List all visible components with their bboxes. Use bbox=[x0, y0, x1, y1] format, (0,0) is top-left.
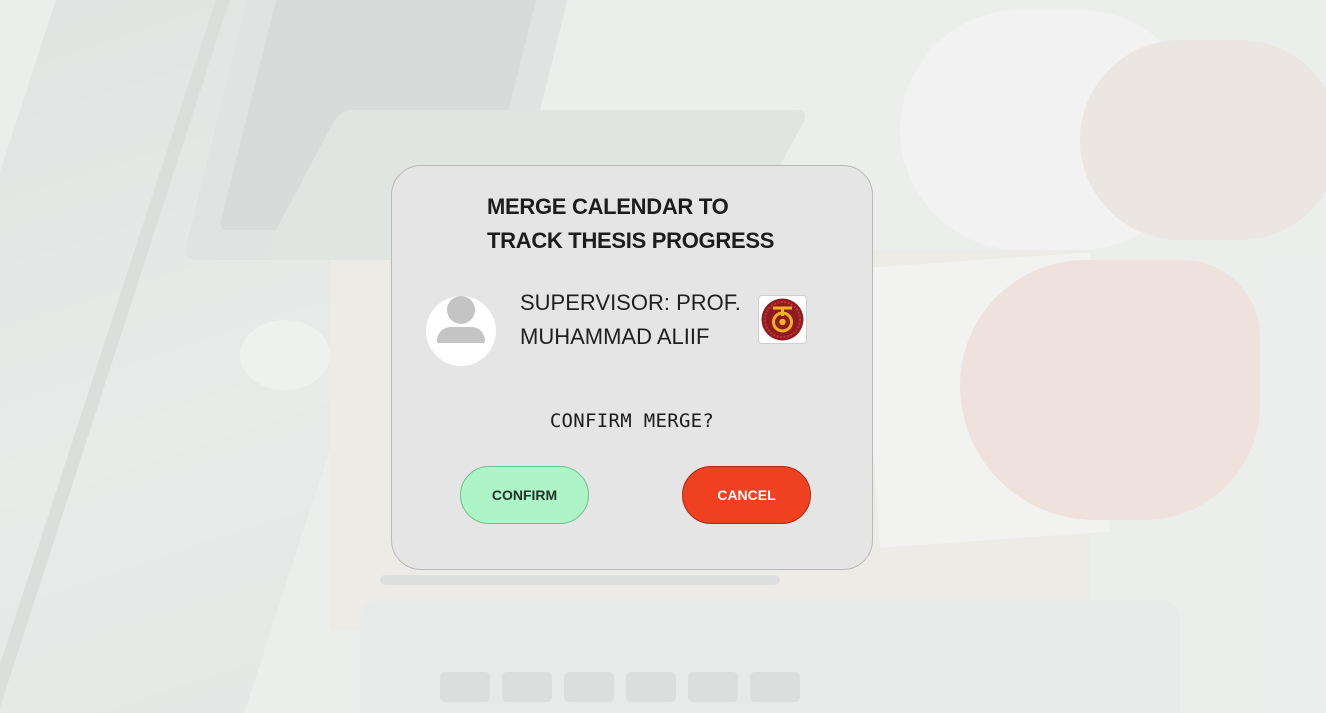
cancel-button-label: CANCEL bbox=[717, 487, 776, 503]
cancel-button[interactable]: CANCEL bbox=[682, 466, 811, 524]
supervisor-line1: SUPERVISOR: PROF. bbox=[520, 290, 741, 315]
avatar-body bbox=[437, 327, 485, 343]
confirm-button-label: CONFIRM bbox=[491, 487, 558, 503]
dialog-title: MERGE CALENDAR TO TRACK THESIS PROGRESS bbox=[487, 190, 827, 258]
supervisor-line2: MUHAMMAD ALIIF bbox=[520, 324, 710, 349]
university-logo-svg bbox=[761, 298, 804, 341]
confirm-merge-prompt: CONFIRM MERGE? bbox=[549, 410, 715, 432]
user-placeholder-icon bbox=[426, 296, 496, 366]
university-logo-icon bbox=[758, 295, 807, 344]
supervisor-name: SUPERVISOR: PROF. MUHAMMAD ALIIF bbox=[520, 286, 750, 354]
dialog-title-line1: MERGE CALENDAR TO bbox=[487, 194, 729, 219]
confirm-button[interactable]: CONFIRM bbox=[460, 466, 589, 524]
avatar-head bbox=[447, 296, 475, 324]
merge-calendar-dialog: MERGE CALENDAR TO TRACK THESIS PROGRESS … bbox=[391, 165, 873, 570]
dialog-title-line2: TRACK THESIS PROGRESS bbox=[487, 228, 775, 253]
